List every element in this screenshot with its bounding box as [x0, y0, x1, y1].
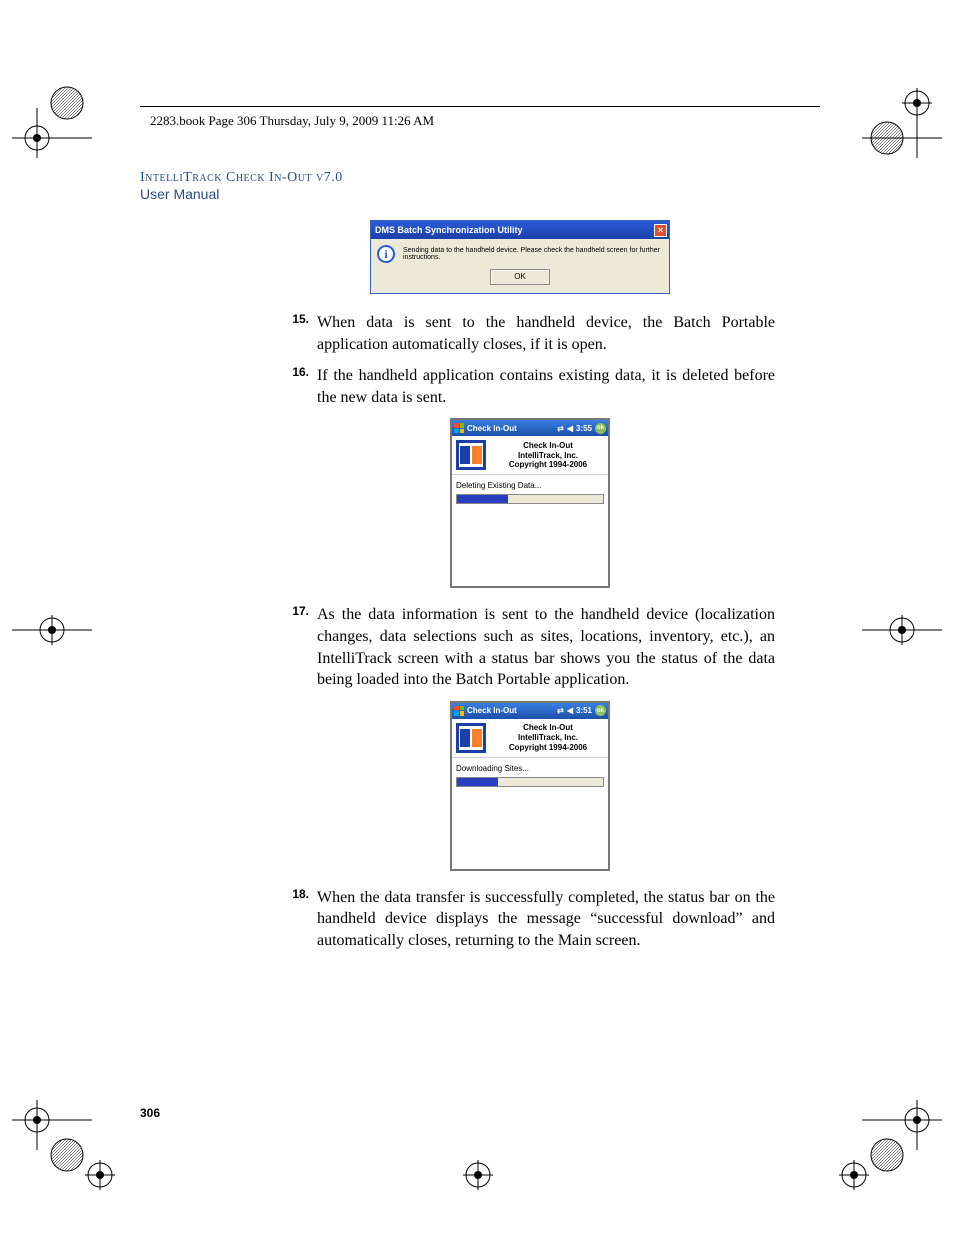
step-number: 17.: [285, 604, 317, 690]
banner-text: Check In-Out IntelliTrack, Inc. Copyrigh…: [492, 723, 604, 752]
windows-flag-icon: [454, 706, 464, 716]
crop-mark-icon: [438, 1135, 518, 1215]
ok-badge-icon[interactable]: ok: [595, 705, 606, 716]
crop-mark-icon: [862, 1100, 942, 1180]
connection-icon: ⇄: [557, 424, 564, 433]
connection-icon: ⇄: [557, 706, 564, 715]
progress-bar: [456, 494, 604, 504]
page-number: 306: [140, 1106, 160, 1120]
running-header: 2283.book Page 306 Thursday, July 9, 200…: [150, 113, 434, 129]
intellitrack-logo-icon: [456, 440, 486, 470]
step-text: When data is sent to the handheld device…: [317, 312, 775, 355]
volume-icon: ◀: [567, 424, 573, 433]
crop-mark-icon: [862, 78, 942, 158]
step-15: 15. When data is sent to the handheld de…: [285, 312, 775, 355]
crop-mark-icon: [12, 590, 92, 670]
clock: 3:51: [576, 706, 592, 715]
dialog-message: Sending data to the handheld device. Ple…: [403, 247, 663, 261]
handheld-screenshot-deleting: Check In-Out ⇄ ◀ 3:55 ok Check In-Out In…: [450, 418, 610, 588]
step-number: 16.: [285, 365, 317, 408]
ok-button[interactable]: OK: [490, 269, 550, 285]
doc-title: IntelliTrack Check In-Out v7.0 User Manu…: [140, 170, 343, 202]
step-number: 18.: [285, 887, 317, 952]
step-text: When the data transfer is successfully c…: [317, 887, 775, 952]
intellitrack-logo-icon: [456, 723, 486, 753]
step-17: 17. As the data information is sent to t…: [285, 604, 775, 690]
step-text: If the handheld application contains exi…: [317, 365, 775, 408]
info-icon: i: [377, 245, 395, 263]
step-text: As the data information is sent to the h…: [317, 604, 775, 690]
handheld-screenshot-downloading: Check In-Out ⇄ ◀ 3:51 ok Check In-Out In…: [450, 701, 610, 871]
dialog-title: DMS Batch Synchronization Utility: [375, 225, 523, 235]
status-text: Deleting Existing Data...: [452, 475, 608, 492]
step-16: 16. If the handheld application contains…: [285, 365, 775, 408]
title-sub: User Manual: [140, 186, 343, 202]
close-icon[interactable]: ×: [654, 224, 667, 237]
sync-dialog: DMS Batch Synchronization Utility × i Se…: [370, 220, 670, 294]
windows-flag-icon: [454, 423, 464, 433]
ok-badge-icon[interactable]: ok: [595, 423, 606, 434]
progress-bar: [456, 777, 604, 787]
header-rule: [140, 106, 820, 107]
dialog-titlebar: DMS Batch Synchronization Utility ×: [371, 221, 669, 239]
crop-mark-icon: [12, 78, 92, 158]
crop-mark-icon: [60, 1135, 140, 1215]
step-number: 15.: [285, 312, 317, 355]
title-main: IntelliTrack Check In-Out v7.0: [140, 170, 343, 186]
clock: 3:55: [576, 424, 592, 433]
volume-icon: ◀: [567, 706, 573, 715]
banner-text: Check In-Out IntelliTrack, Inc. Copyrigh…: [492, 441, 604, 470]
handheld-title: Check In-Out: [467, 706, 517, 715]
status-text: Downloading Sites...: [452, 758, 608, 775]
step-18: 18. When the data transfer is successful…: [285, 887, 775, 952]
crop-mark-icon: [862, 590, 942, 670]
handheld-title: Check In-Out: [467, 424, 517, 433]
